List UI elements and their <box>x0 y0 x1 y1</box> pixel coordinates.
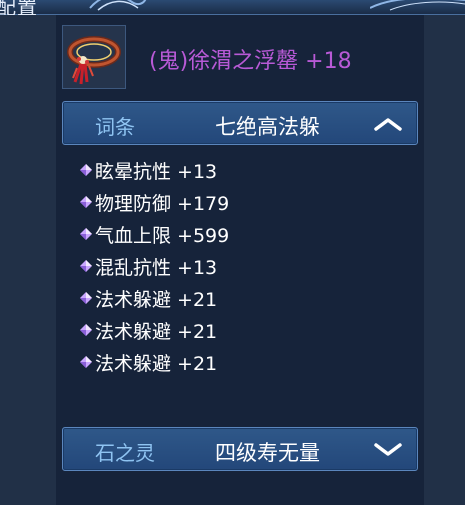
gem-bullet-icon <box>80 324 92 336</box>
gem-bullet-icon <box>80 356 92 368</box>
attribute-text: 法术躲避 +21 <box>95 320 218 343</box>
list-item: 物理防御 +179 <box>78 186 418 218</box>
affix-value: 七绝高法躲 <box>215 115 320 139</box>
attribute-text: 法术躲避 +21 <box>95 352 218 375</box>
list-item: 法术躲避 +21 <box>78 346 418 378</box>
stone-spirit-section-header[interactable]: 石之灵 四级寿无量 <box>62 427 418 471</box>
attribute-text: 眩晕抗性 +13 <box>95 160 218 183</box>
list-item: 法术躲避 +21 <box>78 314 418 346</box>
list-item: 气血上限 +599 <box>78 218 418 250</box>
title-ornament-icon <box>89 0 147 11</box>
gem-bullet-icon <box>80 196 92 208</box>
affix-section-header[interactable]: 词条 七绝高法躲 <box>62 101 418 145</box>
right-frame <box>424 15 465 505</box>
attribute-text: 物理防御 +179 <box>95 192 230 215</box>
gem-bullet-icon <box>80 228 92 240</box>
gem-bullet-icon <box>80 260 92 272</box>
attribute-text: 混乱抗性 +13 <box>95 256 218 279</box>
item-name: (鬼)徐渭之浮罄 +18 <box>149 49 352 74</box>
window-title-bar: 配置 <box>0 0 465 19</box>
chevron-down-icon[interactable] <box>373 440 403 460</box>
affix-label: 词条 <box>95 115 135 139</box>
left-frame <box>0 15 56 505</box>
attribute-text: 气血上限 +599 <box>95 224 230 247</box>
list-item: 混乱抗性 +13 <box>78 250 418 282</box>
list-item: 法术躲避 +21 <box>78 282 418 314</box>
gem-necklace-icon[interactable] <box>62 25 126 89</box>
gem-bullet-icon <box>80 292 92 304</box>
list-item: 眩晕抗性 +13 <box>78 154 418 186</box>
stone-spirit-value: 四级寿无量 <box>215 441 320 465</box>
gem-bullet-icon <box>80 164 92 176</box>
chevron-up-icon[interactable] <box>373 114 403 134</box>
title-ornament-right-icon <box>370 0 465 11</box>
attribute-list: 眩晕抗性 +13 物理防御 +179 气血上限 +599 混乱抗性 +13 法术… <box>78 154 418 378</box>
stone-spirit-label: 石之灵 <box>95 441 155 465</box>
attribute-text: 法术躲避 +21 <box>95 288 218 311</box>
